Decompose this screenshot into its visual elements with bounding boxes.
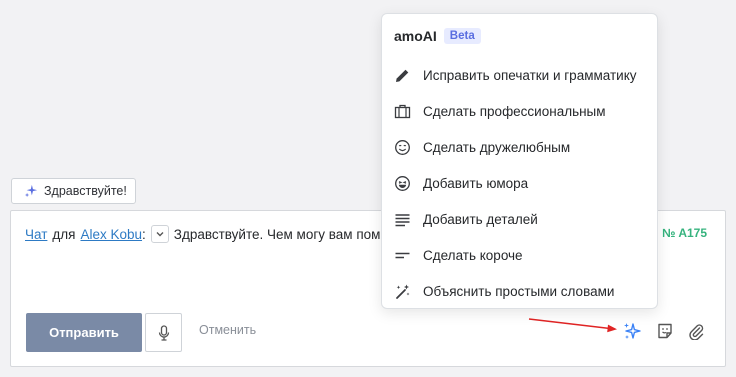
menu-item-shorter[interactable]: Сделать короче <box>394 243 523 267</box>
for-word: для <box>52 226 76 242</box>
beta-badge: Beta <box>443 28 481 44</box>
message-input[interactable]: Здравствуйте. Чем могу вам пом <box>174 227 381 242</box>
menu-item-simplify[interactable]: Объяснить простыми словами <box>394 279 614 303</box>
menu-item-label: Сделать короче <box>423 247 523 263</box>
short-lines-icon <box>395 252 410 258</box>
ai-assistant-button[interactable] <box>622 321 642 341</box>
attach-button[interactable] <box>686 321 706 341</box>
sparkle-icon <box>24 184 38 198</box>
menu-item-add-details[interactable]: Добавить деталей <box>394 207 538 231</box>
chat-composer-screen: Здравствуйте! Чат для Alex Kobu: Здравст… <box>0 0 736 377</box>
ai-brand: amoAI <box>394 28 437 44</box>
laugh-icon <box>395 175 410 191</box>
sticker-button[interactable] <box>655 321 675 341</box>
ai-menu-header: amoAI Beta <box>394 28 481 44</box>
message-line[interactable]: Чат для Alex Kobu: Здравствуйте. Чем мог… <box>25 225 380 243</box>
send-button[interactable]: Отправить <box>26 313 142 352</box>
menu-item-fix-grammar[interactable]: Исправить опечатки и грамматику <box>394 63 637 87</box>
contact-link[interactable]: Alex Kobu <box>80 227 142 242</box>
quick-reply-chip[interactable]: Здравствуйте! <box>11 178 136 204</box>
briefcase-icon <box>394 104 411 118</box>
menu-item-label: Сделать дружелюбным <box>423 139 571 155</box>
cancel-button[interactable]: Отменить <box>199 323 256 337</box>
ai-sparkle-icon <box>624 323 641 339</box>
chevron-down-icon <box>156 232 164 237</box>
pointer-arrow-icon <box>528 318 617 333</box>
magic-wand-icon <box>396 284 410 299</box>
voice-button[interactable] <box>145 313 182 352</box>
order-number[interactable]: № A175 <box>662 226 707 240</box>
pencil-icon <box>396 69 409 82</box>
menu-item-humor[interactable]: Добавить юмора <box>394 171 528 195</box>
channel-link[interactable]: Чат <box>25 227 47 242</box>
microphone-icon <box>158 324 169 341</box>
lines-icon <box>395 213 410 226</box>
menu-item-label: Добавить деталей <box>423 211 538 227</box>
menu-item-label: Добавить юмора <box>423 175 529 191</box>
recipient-dropdown[interactable] <box>150 225 169 243</box>
smile-icon <box>395 139 410 155</box>
menu-item-professional[interactable]: Сделать профессиональным <box>394 99 606 123</box>
menu-item-label: Сделать профессиональным <box>423 103 606 119</box>
sticker-icon <box>658 323 672 339</box>
menu-item-friendly[interactable]: Сделать дружелюбным <box>394 135 570 159</box>
colon: : <box>142 226 146 242</box>
paperclip-icon <box>689 324 704 340</box>
menu-item-label: Исправить опечатки и грамматику <box>423 67 637 83</box>
ai-menu: amoAI Beta Исправить опечатки и граммати… <box>381 13 658 309</box>
quick-reply-label: Здравствуйте! <box>44 184 127 198</box>
menu-item-label: Объяснить простыми словами <box>423 283 615 299</box>
